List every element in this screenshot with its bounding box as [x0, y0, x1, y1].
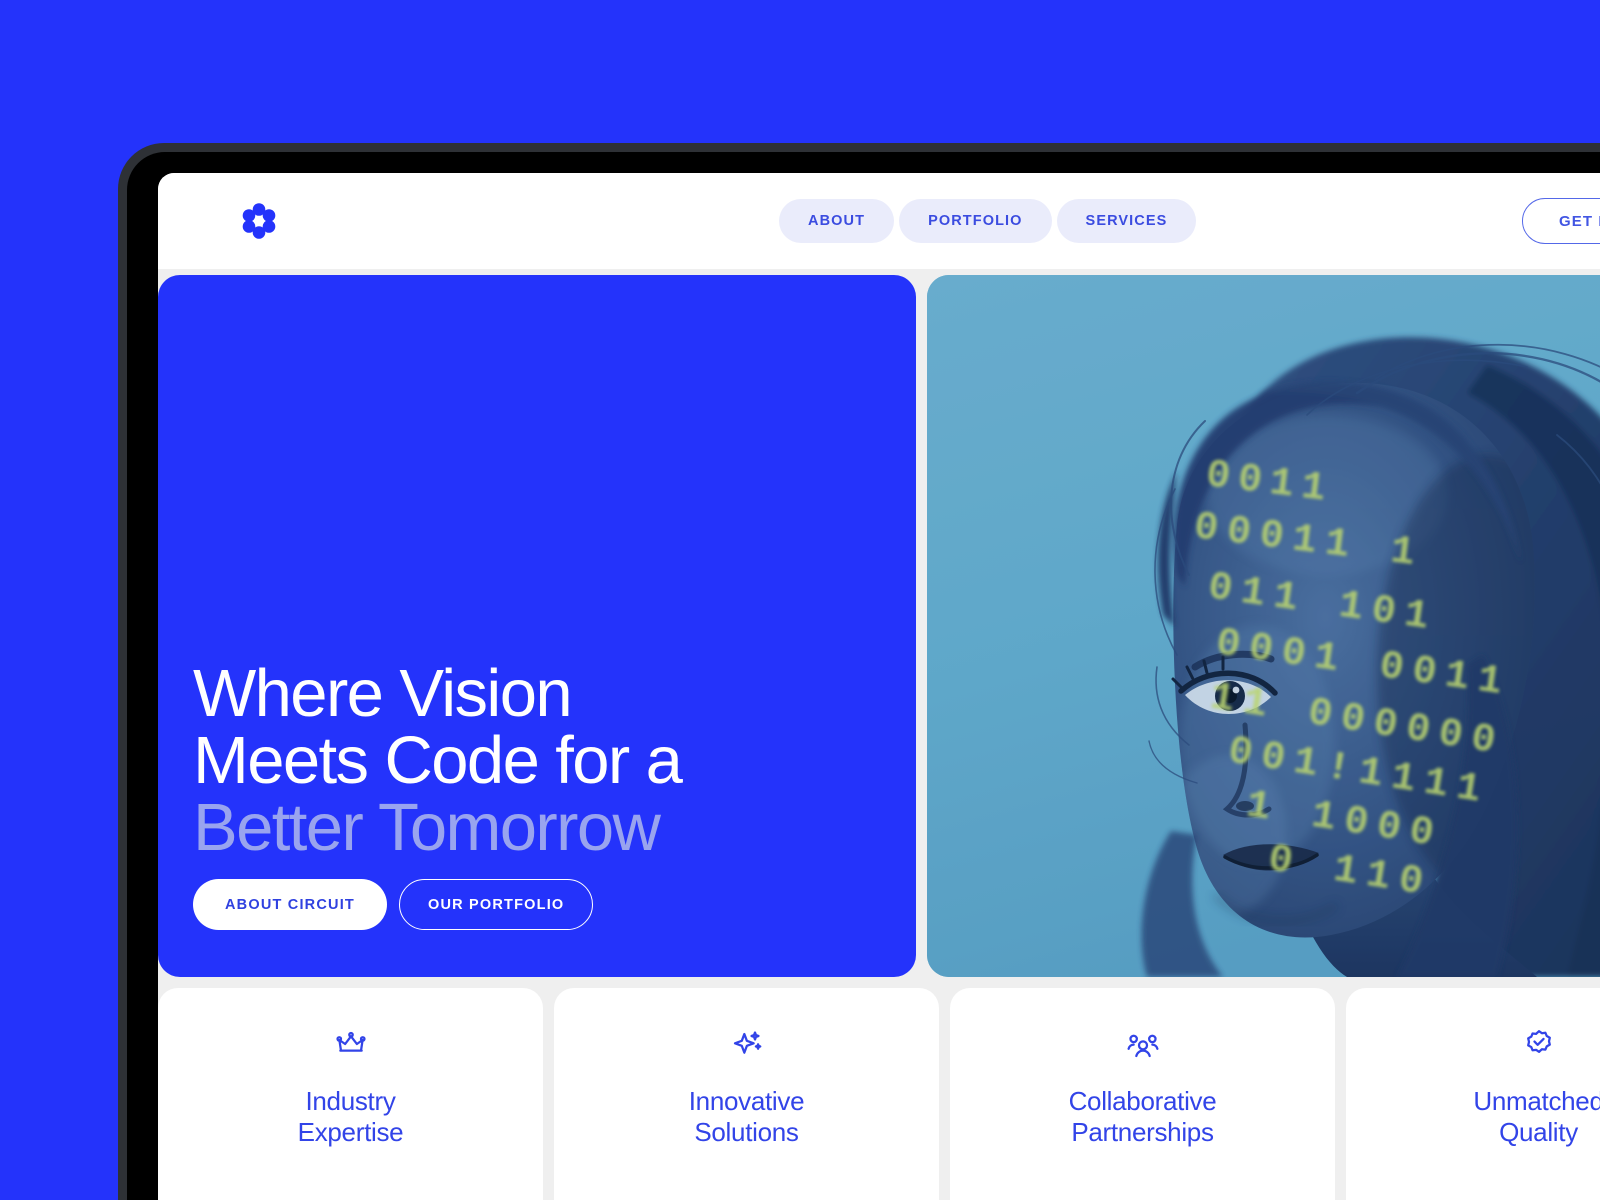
our-portfolio-button[interactable]: OUR PORTFOLIO [398, 879, 594, 930]
users-group-icon [1125, 1026, 1161, 1062]
nav-item-portfolio[interactable]: PORTFOLIO [899, 199, 1052, 243]
feature-label: Unmatched Quality [1473, 1086, 1600, 1147]
flower-logo[interactable] [238, 200, 280, 242]
get-in-touch-button[interactable]: GET IN TOUCH [1522, 198, 1600, 244]
crown-icon [333, 1026, 369, 1062]
feature-card-innovative-solutions[interactable]: Innovative Solutions [554, 988, 939, 1200]
hero-heading-line-2: Meets Code for a [193, 723, 683, 798]
feature-label: Industry Expertise [297, 1086, 404, 1147]
nav-item-about[interactable]: ABOUT [779, 199, 895, 243]
feature-card-row: Industry Expertise Innovative Solutions [158, 988, 1600, 1200]
feature-card-unmatched-quality[interactable]: Unmatched Quality [1346, 988, 1600, 1200]
hero-heading-line-1: Where Vision [193, 656, 573, 731]
hero-photo-binary-face: 0011 00011 1 011 101 0001 0011 11 000000… [927, 275, 1600, 977]
feature-label: Innovative Solutions [688, 1086, 805, 1147]
device-screen: ABOUT PORTFOLIO SERVICES GET IN TOUCH Wh… [158, 173, 1600, 1200]
hero-heading-line-3: Better Tomorrow [193, 790, 661, 865]
sparkle-icon [729, 1026, 765, 1062]
feature-card-industry-expertise[interactable]: Industry Expertise [158, 988, 543, 1200]
feature-label: Collaborative Partnerships [1068, 1086, 1217, 1147]
feature-card-collaborative-partnerships[interactable]: Collaborative Partnerships [950, 988, 1335, 1200]
device-frame: ABOUT PORTFOLIO SERVICES GET IN TOUCH Wh… [118, 143, 1600, 1200]
hero-text-panel: Where Vision Meets Code for a Better Tom… [158, 275, 916, 977]
verified-badge-icon [1521, 1026, 1557, 1062]
site-header: ABOUT PORTFOLIO SERVICES GET IN TOUCH [158, 173, 1600, 269]
about-circuit-button[interactable]: ABOUT CIRCUIT [193, 879, 387, 930]
primary-navigation: ABOUT PORTFOLIO SERVICES [779, 199, 1197, 243]
hero-heading: Where Vision Meets Code for a Better Tom… [193, 656, 683, 865]
hero-image-panel: 0011 00011 1 011 101 0001 0011 11 000000… [927, 275, 1600, 977]
nav-item-services[interactable]: SERVICES [1056, 199, 1197, 243]
hero-section: Where Vision Meets Code for a Better Tom… [158, 275, 1600, 977]
hero-button-group: ABOUT CIRCUIT OUR PORTFOLIO [193, 879, 594, 930]
